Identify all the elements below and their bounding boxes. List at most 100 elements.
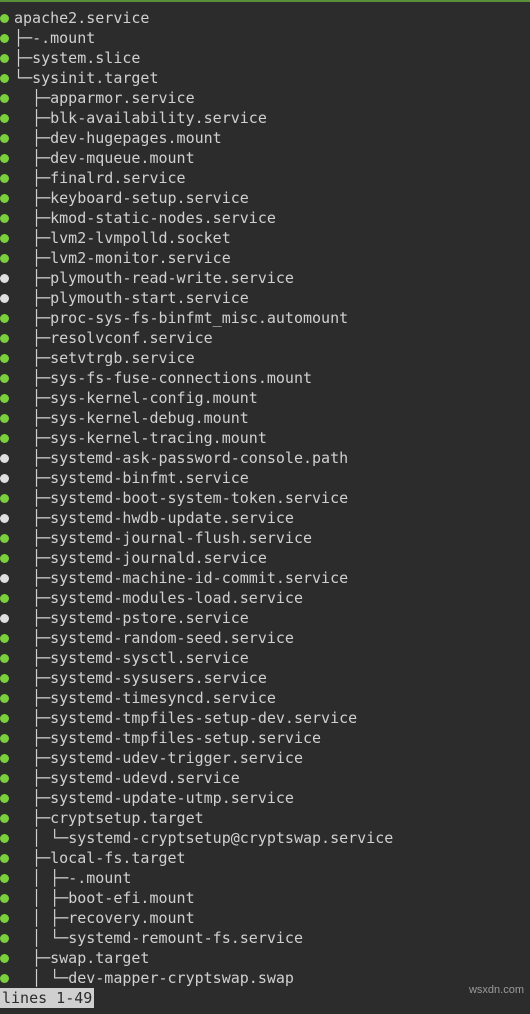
tree-branch: ├─ <box>14 628 50 648</box>
unit-name: systemd-modules-load.service <box>50 588 303 608</box>
unit-name: lvm2-lvmpolld.socket <box>50 228 231 248</box>
tree-node: ├─systemd-pstore.service <box>0 608 530 628</box>
tree-node: ├─systemd-tmpfiles-setup.service <box>0 728 530 748</box>
status-bullet-icon <box>0 914 14 923</box>
tree-branch: ├─ <box>14 408 50 428</box>
status-bullet-icon <box>0 214 14 223</box>
tree-node: ├─systemd-boot-system-token.service <box>0 488 530 508</box>
tree-branch: ├─ <box>14 368 50 388</box>
unit-name: resolvconf.service <box>50 328 213 348</box>
unit-name: apache2.service <box>14 8 149 28</box>
terminal-output[interactable]: apache2.service├─-.mount├─system.slice└─… <box>0 8 530 1008</box>
tree-node: ├─swap.target <box>0 948 530 968</box>
unit-name: -.mount <box>68 868 131 888</box>
status-bullet-icon <box>0 134 14 143</box>
tree-branch: │ ├─ <box>14 908 68 928</box>
unit-name: systemd-journald.service <box>50 548 267 568</box>
tree-node: ├─systemd-tmpfiles-setup-dev.service <box>0 708 530 728</box>
tree-branch: │ └─ <box>14 828 68 848</box>
status-bullet-icon <box>0 634 14 643</box>
status-bullet-icon <box>0 234 14 243</box>
tree-node: ├─lvm2-monitor.service <box>0 248 530 268</box>
tree-branch: ├─ <box>14 728 50 748</box>
tree-root: apache2.service <box>0 8 530 28</box>
status-bullet-icon <box>0 374 14 383</box>
tree-branch: ├─ <box>14 228 50 248</box>
unit-name: systemd-binfmt.service <box>50 468 249 488</box>
tree-branch: ├─ <box>14 788 50 808</box>
tree-node: ├─plymouth-start.service <box>0 288 530 308</box>
unit-name: sys-kernel-tracing.mount <box>50 428 267 448</box>
tree-branch: ├─ <box>14 288 50 308</box>
unit-name: cryptsetup.target <box>50 808 204 828</box>
unit-name: setvtrgb.service <box>50 348 195 368</box>
tree-node: ├─setvtrgb.service <box>0 348 530 368</box>
unit-name: systemd-sysusers.service <box>50 668 267 688</box>
tree-node: ├─systemd-journal-flush.service <box>0 528 530 548</box>
tree-node: ├─systemd-ask-password-console.path <box>0 448 530 468</box>
tree-branch: ├─ <box>14 488 50 508</box>
tree-branch: ├─ <box>14 708 50 728</box>
status-bullet-icon <box>0 94 14 103</box>
status-bullet-icon <box>0 294 14 303</box>
tree-node: ├─systemd-machine-id-commit.service <box>0 568 530 588</box>
tree-branch: ├─ <box>14 668 50 688</box>
unit-name: systemd-update-utmp.service <box>50 788 294 808</box>
unit-name: sys-kernel-debug.mount <box>50 408 249 428</box>
status-bullet-icon <box>0 334 14 343</box>
status-bullet-icon <box>0 674 14 683</box>
pager-status-row: lines 1-49 <box>0 988 530 1008</box>
tree-node: ├─resolvconf.service <box>0 328 530 348</box>
tree-branch: ├─ <box>14 648 50 668</box>
status-bullet-icon <box>0 574 14 583</box>
window-accent <box>0 0 530 8</box>
unit-name: systemd-tmpfiles-setup-dev.service <box>50 708 357 728</box>
status-bullet-icon <box>0 354 14 363</box>
tree-branch: ├─ <box>14 48 32 68</box>
unit-name: sys-kernel-config.mount <box>50 388 258 408</box>
status-bullet-icon <box>0 34 14 43</box>
status-bullet-icon <box>0 514 14 523</box>
tree-node: ├─kmod-static-nodes.service <box>0 208 530 228</box>
unit-name: finalrd.service <box>50 168 185 188</box>
tree-node: ├─blk-availability.service <box>0 108 530 128</box>
unit-name: boot-efi.mount <box>68 888 194 908</box>
unit-name: systemd-journal-flush.service <box>50 528 312 548</box>
unit-name: systemd-hwdb-update.service <box>50 508 294 528</box>
tree-node: ├─sys-kernel-config.mount <box>0 388 530 408</box>
pager-status: lines 1-49 <box>0 988 94 1008</box>
tree-branch: ├─ <box>14 548 50 568</box>
tree-node: ├─cryptsetup.target <box>0 808 530 828</box>
status-bullet-icon <box>0 254 14 263</box>
status-bullet-icon <box>0 474 14 483</box>
status-bullet-icon <box>0 854 14 863</box>
status-bullet-icon <box>0 874 14 883</box>
tree-branch: ├─ <box>14 88 50 108</box>
tree-branch: ├─ <box>14 148 50 168</box>
status-bullet-icon <box>0 154 14 163</box>
tree-branch: ├─ <box>14 568 50 588</box>
status-bullet-icon <box>0 974 14 983</box>
status-bullet-icon <box>0 654 14 663</box>
tree-branch: ├─ <box>14 768 50 788</box>
unit-name: systemd-pstore.service <box>50 608 249 628</box>
status-bullet-icon <box>0 694 14 703</box>
unit-name: swap.target <box>50 948 149 968</box>
tree-node: ├─dev-mqueue.mount <box>0 148 530 168</box>
unit-name: sysinit.target <box>32 68 158 88</box>
status-bullet-icon <box>0 954 14 963</box>
tree-node: ├─systemd-udev-trigger.service <box>0 748 530 768</box>
status-bullet-icon <box>0 114 14 123</box>
status-bullet-icon <box>0 314 14 323</box>
tree-branch: ├─ <box>14 848 50 868</box>
status-bullet-icon <box>0 54 14 63</box>
tree-branch: ├─ <box>14 688 50 708</box>
tree-branch: ├─ <box>14 108 50 128</box>
status-bullet-icon <box>0 714 14 723</box>
tree-node: ├─system.slice <box>0 48 530 68</box>
tree-node: ├─sys-fs-fuse-connections.mount <box>0 368 530 388</box>
unit-name: plymouth-read-write.service <box>50 268 294 288</box>
status-bullet-icon <box>0 834 14 843</box>
tree-branch: ├─ <box>14 508 50 528</box>
unit-name: local-fs.target <box>50 848 185 868</box>
